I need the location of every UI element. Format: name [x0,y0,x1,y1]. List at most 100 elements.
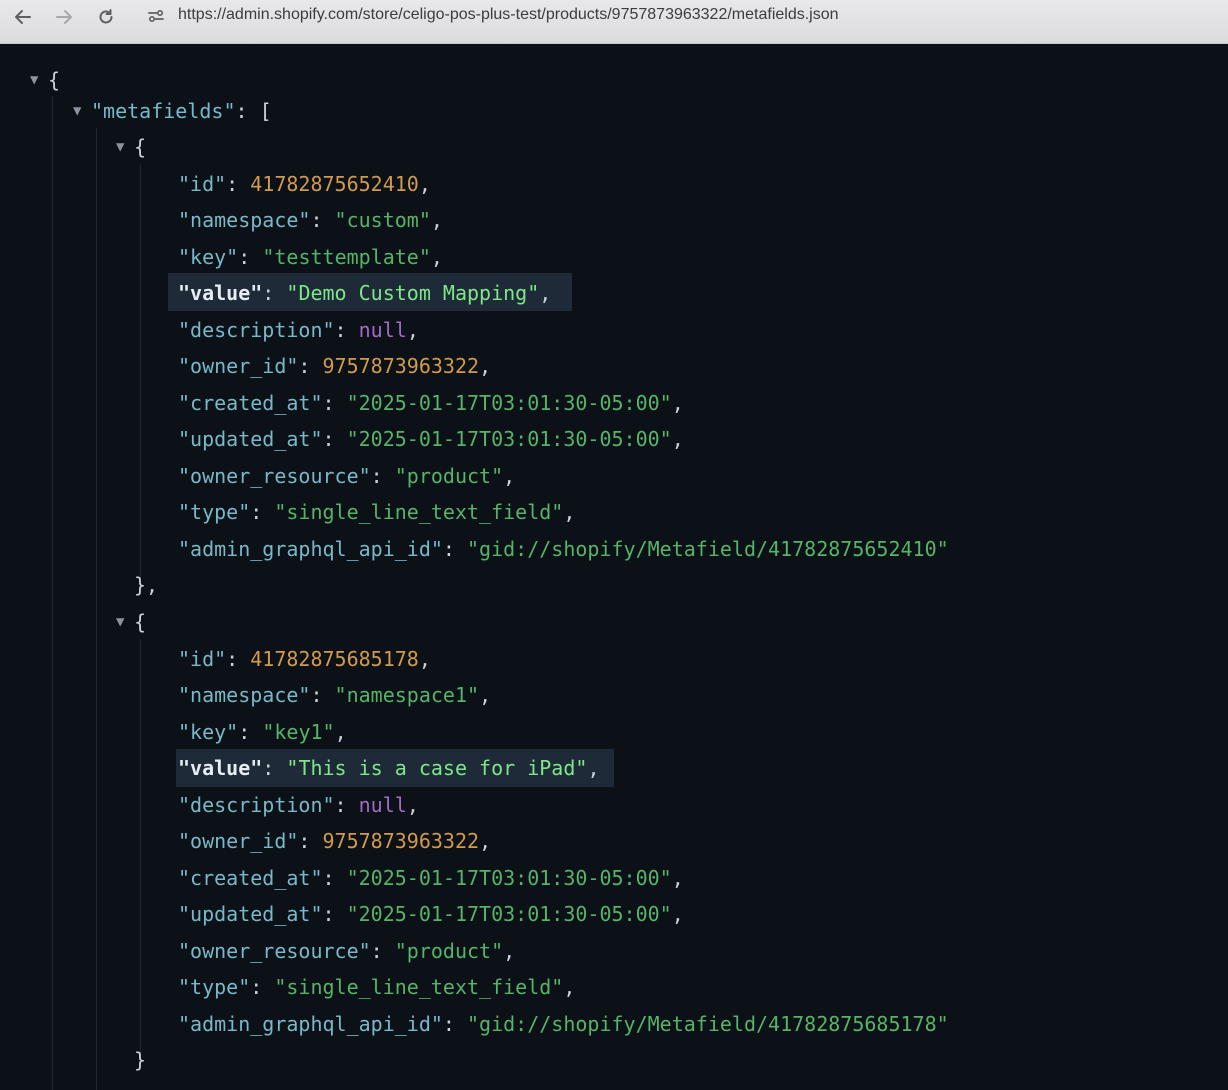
field-value-created_at: 2025-01-17T03:01:30-05:00 [358,390,660,415]
field-key-created_at: "created_at" [178,390,323,415]
field-line-type: "type": "single_line_text_field", [178,494,575,530]
browser-toolbar: https://admin.shopify.com/store/celigo-p… [0,0,1228,44]
field-value-description: null [358,792,407,817]
punc: , [671,902,684,926]
quote: " [551,975,564,999]
collapse-toggle-icon[interactable]: ▼ [116,604,124,640]
collapse-toggle-icon[interactable]: ▼ [30,62,38,98]
punc: , [418,171,431,196]
field-line-admin_graphql_api_id: "admin_graphql_api_id": "gid://shopify/M… [178,1006,949,1042]
field-value-value: This is a case for iPad [298,756,576,780]
punc: , [671,427,684,451]
field-key-type: "type" [178,500,251,524]
punc: : [238,244,263,269]
field-line-description: "description": null, [178,312,419,348]
punc: , [671,865,684,890]
field-key-created_at: "created_at" [178,865,323,890]
field-value-owner_id: 9757873963322 [322,354,480,378]
quote: " [467,536,480,561]
field-value-admin_graphql_api_id: gid://shopify/Metafield/41782875652410 [479,536,937,561]
punc: , [563,500,576,524]
field-value-key: key1 [274,719,323,744]
field-line-id: "id": 41782875685178, [178,641,431,677]
indent-guide [140,639,141,1061]
punc: , [587,756,600,780]
punc: , [418,646,431,671]
field-value-owner_resource: product [406,938,492,963]
quote: " [262,244,275,269]
field-line-owner_resource: "owner_resource": "product", [178,933,515,969]
punc: , [406,317,419,342]
field-line-description: "description": null, [178,787,419,823]
quote: " [346,390,359,415]
object-open: { [134,129,146,165]
field-key-key: "key" [178,244,239,269]
punc: , [671,390,684,415]
field-key-id: "id" [178,646,227,671]
field-key-type: "type" [178,975,251,999]
field-line-namespace: "namespace": "custom", [178,202,443,238]
collapse-toggle-icon[interactable]: ▼ [73,93,81,129]
quote: " [467,1011,480,1036]
punc: : [334,317,359,342]
metafields-key: metafields [103,99,224,123]
object-close: } [134,1042,146,1078]
punc: : [442,1011,467,1036]
reload-icon[interactable] [93,4,119,30]
field-key-updated_at: "updated_at" [178,902,323,926]
quote: " [286,756,299,780]
quote: " [936,1011,949,1036]
forward-arrow-icon[interactable] [51,4,77,30]
field-value-type: single_line_text_field [286,975,552,999]
punc: : [370,938,395,963]
quote: " [418,244,431,269]
field-key-description: "description" [178,317,335,342]
quote: " [659,865,672,890]
object-open: { [134,604,146,640]
punc: : [322,390,347,415]
punc: : [ [235,99,272,123]
quote: " [346,902,359,926]
quote: " [322,719,335,744]
collapse-toggle-icon[interactable]: ▼ [116,129,124,165]
field-key-admin_graphql_api_id: "admin_graphql_api_id" [178,1011,443,1036]
punc: : [334,792,359,817]
field-line-owner_resource: "owner_resource": "product", [178,458,515,494]
punc: : [238,719,263,744]
punc: , [479,354,492,378]
field-key-owner_resource: "owner_resource" [178,938,371,963]
quote: " [659,902,672,926]
brace: { [134,135,147,159]
field-key-value: "value" [178,281,263,305]
punc: : [310,208,335,232]
site-settings-icon[interactable] [144,4,168,28]
quote: " [936,536,949,561]
quote: " [491,938,504,963]
punc: , [430,244,443,269]
metafields-line: "metafields": [ [91,93,272,129]
punc: : [310,683,335,707]
field-line-created_at: "created_at": "2025-01-17T03:01:30-05:00… [178,860,684,896]
back-arrow-icon[interactable] [10,4,36,30]
punc: , [334,719,347,744]
quote: " [659,427,672,451]
punc: : [298,829,323,853]
field-value-type: single_line_text_field [286,500,552,524]
field-key-namespace: "namespace" [178,683,311,707]
field-key-description: "description" [178,792,335,817]
field-value-updated_at: 2025-01-17T03:01:30-05:00 [358,902,660,926]
field-key-owner_id: "owner_id" [178,354,299,378]
quote: " [394,938,407,963]
address-bar-url[interactable]: https://admin.shopify.com/store/celigo-p… [178,6,839,24]
field-value-value: Demo Custom Mapping [298,281,528,305]
field-key-key: "key" [178,719,239,744]
field-value-namespace: custom [346,208,419,232]
punc: : [250,975,275,999]
punc: : [322,902,347,926]
brace: }, [134,573,159,597]
field-line-updated_at: "updated_at": "2025-01-17T03:01:30-05:00… [178,421,684,457]
field-value-admin_graphql_api_id: gid://shopify/Metafield/41782875685178 [479,1011,937,1036]
quote: " [491,463,504,488]
field-line-updated_at: "updated_at": "2025-01-17T03:01:30-05:00… [178,896,684,932]
quote: " [334,208,347,232]
